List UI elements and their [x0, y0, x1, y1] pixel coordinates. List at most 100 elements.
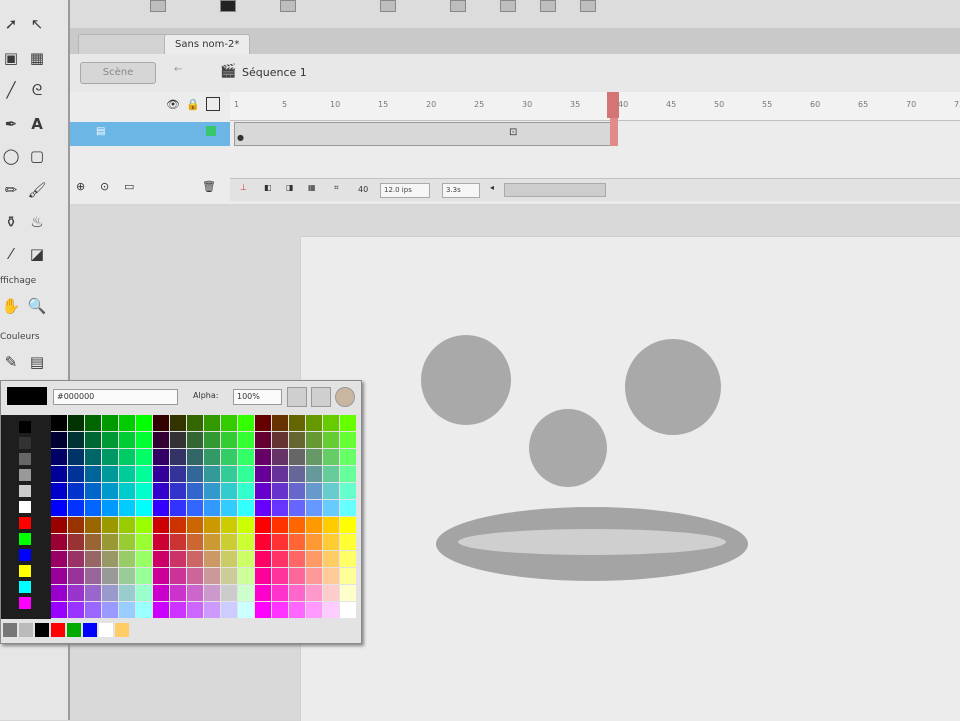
layer-frames[interactable]: ● ⊡: [234, 122, 616, 146]
color-swatch[interactable]: [255, 517, 271, 533]
color-swatch[interactable]: [51, 415, 67, 431]
color-swatch[interactable]: [306, 449, 322, 465]
color-swatch[interactable]: [119, 483, 135, 499]
recent-swatch[interactable]: [3, 623, 17, 637]
color-swatch[interactable]: [85, 500, 101, 516]
color-swatch[interactable]: [306, 585, 322, 601]
color-swatch[interactable]: [323, 415, 339, 431]
primary-swatch[interactable]: [19, 421, 31, 433]
color-swatch[interactable]: [136, 449, 152, 465]
color-swatch[interactable]: [102, 534, 118, 550]
layer-row[interactable]: ▤ ● ⊡: [70, 122, 960, 148]
color-swatch[interactable]: [272, 432, 288, 448]
color-swatch[interactable]: [170, 483, 186, 499]
color-swatch[interactable]: [187, 449, 203, 465]
primary-swatch[interactable]: [19, 581, 31, 593]
color-swatch[interactable]: [136, 466, 152, 482]
zoom-icon[interactable]: 🔍: [26, 296, 48, 316]
color-swatch[interactable]: [85, 449, 101, 465]
color-swatch[interactable]: [272, 534, 288, 550]
color-swatch[interactable]: [204, 534, 220, 550]
shape-nose[interactable]: [529, 409, 607, 487]
color-swatch[interactable]: [272, 466, 288, 482]
color-swatch[interactable]: [68, 602, 84, 618]
color-swatch[interactable]: [306, 466, 322, 482]
primary-swatch[interactable]: [19, 437, 31, 449]
color-swatch[interactable]: [238, 517, 254, 533]
color-swatch[interactable]: [272, 483, 288, 499]
color-swatch[interactable]: [85, 432, 101, 448]
text-icon[interactable]: A: [26, 114, 48, 134]
color-swatch[interactable]: [136, 415, 152, 431]
color-swatch[interactable]: [306, 568, 322, 584]
onion-markers-icon[interactable]: ⌗: [334, 183, 339, 193]
color-swatch[interactable]: [221, 449, 237, 465]
color-swatch[interactable]: [102, 517, 118, 533]
color-swatch[interactable]: [153, 551, 169, 567]
add-guide-icon[interactable]: ⊙: [100, 180, 109, 193]
color-swatch[interactable]: [221, 534, 237, 550]
color-swatch[interactable]: [187, 517, 203, 533]
color-swatch[interactable]: [272, 449, 288, 465]
color-swatch[interactable]: [221, 602, 237, 618]
pen-icon[interactable]: ✒: [0, 114, 22, 134]
color-swatch[interactable]: [323, 585, 339, 601]
color-swatch[interactable]: [153, 585, 169, 601]
color-swatch[interactable]: [204, 602, 220, 618]
color-swatch[interactable]: [340, 568, 356, 584]
color-swatch[interactable]: [306, 500, 322, 516]
toolbar-button-save[interactable]: [280, 0, 296, 12]
color-swatch[interactable]: [340, 585, 356, 601]
color-swatch[interactable]: [51, 585, 67, 601]
lock-icon[interactable]: 🔒: [186, 98, 200, 111]
color-swatch[interactable]: [187, 534, 203, 550]
color-swatch[interactable]: [255, 500, 271, 516]
color-swatch[interactable]: [102, 415, 118, 431]
color-swatch[interactable]: [153, 568, 169, 584]
primary-swatch[interactable]: [19, 469, 31, 481]
color-swatch[interactable]: [119, 551, 135, 567]
color-swatch[interactable]: [136, 602, 152, 618]
color-swatch[interactable]: [255, 483, 271, 499]
toolbar-button-smooth[interactable]: [450, 0, 466, 12]
color-swatch[interactable]: [204, 466, 220, 482]
color-swatch[interactable]: [85, 534, 101, 550]
color-swatch[interactable]: [204, 500, 220, 516]
add-folder-icon[interactable]: ▭: [124, 180, 134, 193]
color-swatch[interactable]: [323, 551, 339, 567]
color-swatch[interactable]: [68, 585, 84, 601]
color-swatch[interactable]: [221, 551, 237, 567]
arrow-icon[interactable]: ➚: [0, 14, 22, 34]
toolbar-button-open[interactable]: [220, 0, 236, 12]
toolbar-button-new[interactable]: [150, 0, 166, 12]
color-swatch[interactable]: [85, 415, 101, 431]
color-swatch[interactable]: [68, 551, 84, 567]
primary-swatch[interactable]: [19, 501, 31, 513]
brush-icon[interactable]: 🖌: [26, 180, 48, 200]
toolbar-button-rotate[interactable]: [540, 0, 556, 12]
color-swatch[interactable]: [102, 551, 118, 567]
color-swatch[interactable]: [68, 449, 84, 465]
color-swatch[interactable]: [306, 602, 322, 618]
stroke-color-icon[interactable]: ✎: [0, 352, 22, 372]
color-swatch[interactable]: [340, 466, 356, 482]
color-swatch[interactable]: [204, 449, 220, 465]
color-swatch[interactable]: [85, 551, 101, 567]
color-picker-icon[interactable]: [335, 387, 355, 407]
color-swatch[interactable]: [51, 602, 67, 618]
no-color-icon[interactable]: [287, 387, 307, 407]
color-swatch[interactable]: [323, 534, 339, 550]
color-swatch[interactable]: [255, 415, 271, 431]
primary-swatch[interactable]: [19, 517, 31, 529]
line-icon[interactable]: ╱: [0, 80, 22, 100]
timeline-ruler[interactable]: 151015202530354045505560657075: [230, 92, 960, 121]
toolbar-button-snap[interactable]: [380, 0, 396, 12]
breadcrumb-sequence[interactable]: Séquence 1: [242, 66, 307, 79]
tab-inactive-document[interactable]: [78, 34, 168, 55]
color-swatch[interactable]: [170, 432, 186, 448]
color-swatch[interactable]: [136, 551, 152, 567]
color-swatch[interactable]: [119, 534, 135, 550]
color-swatch[interactable]: [221, 585, 237, 601]
subselect-icon[interactable]: ↖: [26, 14, 48, 34]
add-layer-icon[interactable]: ⊕: [76, 180, 85, 193]
